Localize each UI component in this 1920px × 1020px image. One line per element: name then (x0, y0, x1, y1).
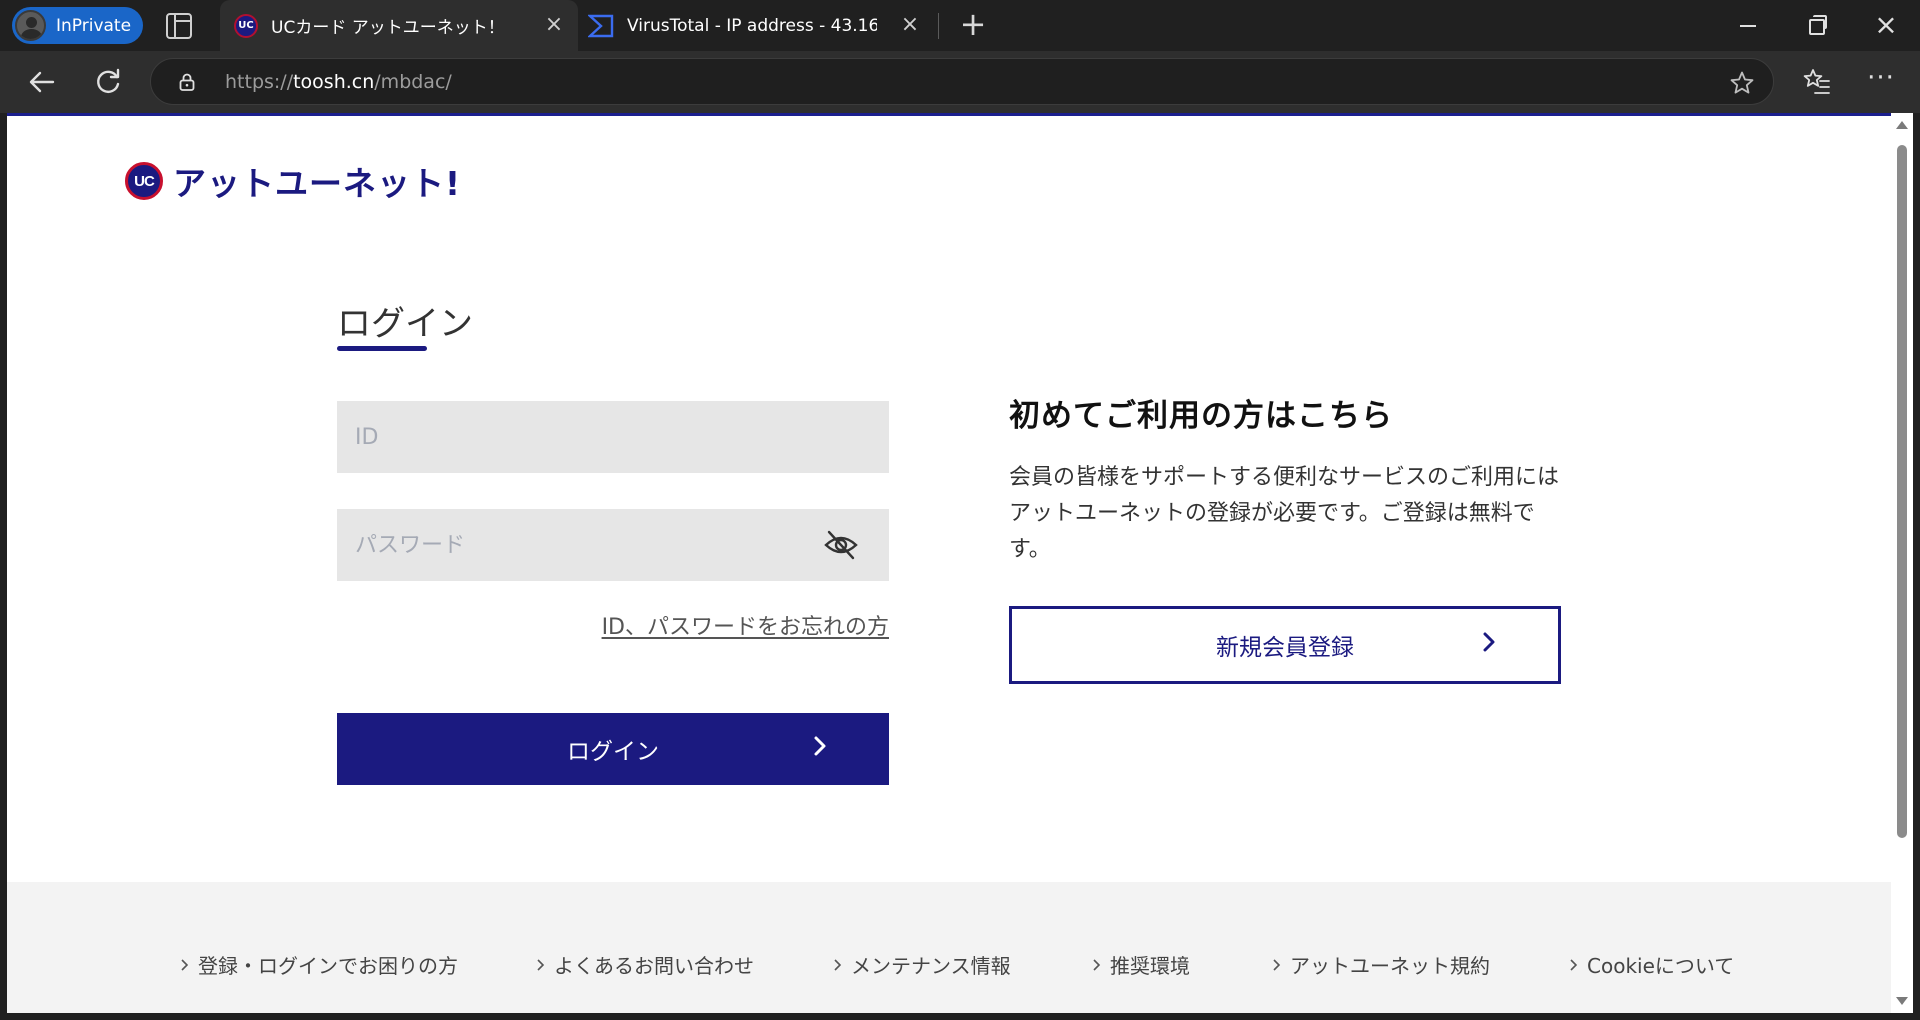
register-button[interactable]: 新規会員登録 (1009, 606, 1561, 684)
close-tab-icon[interactable]: × (898, 13, 922, 37)
password-input[interactable] (337, 509, 889, 581)
window-frame-bottom (0, 1013, 1920, 1020)
register-button-label: 新規会員登録 (1216, 634, 1354, 660)
tab-title: VirusTotal - IP address - 43.163.20 (627, 15, 877, 36)
lock-icon[interactable] (179, 73, 195, 91)
new-user-heading: 初めてご利用の方はこちら (1009, 398, 1393, 434)
inprivate-label: InPrivate (56, 15, 132, 36)
footer: 登録・ログインでお困りの方 よくあるお問い合わせ メンテナンス情報 推奨環境 ア… (7, 882, 1891, 1013)
site-logo[interactable]: UC アットユーネット! (125, 157, 461, 205)
login-button-label: ログイン (567, 738, 659, 764)
window-close-icon[interactable]: × (1870, 9, 1902, 41)
tab-uc-card[interactable]: UC UCカード アットユーネット！ × (220, 0, 578, 51)
logo-text: アットユーネット! (173, 164, 462, 203)
chevron-right-icon (1483, 632, 1495, 652)
footer-link-label: よくあるお問い合わせ (554, 954, 754, 978)
chevron-right-icon (1273, 958, 1281, 971)
footer-link-label: 推奨環境 (1110, 954, 1190, 978)
new-user-description: 会員の皆様をサポートする便利なサービスのご利用にはアットユーネットの登録が必要で… (1009, 465, 1560, 562)
login-button[interactable]: ログイン (337, 713, 889, 785)
more-options-icon[interactable]: ··· (1866, 65, 1896, 97)
footer-link-faq[interactable]: よくあるお問い合わせ (536, 950, 754, 979)
page-viewport: UC アットユーネット! ログイン ID、パスワードをお忘れの方 ログイン 初め… (7, 113, 1891, 1013)
close-tab-icon[interactable]: × (542, 13, 566, 37)
scroll-thumb[interactable] (1897, 145, 1907, 838)
heading-underline (337, 346, 427, 351)
chevron-right-icon (1093, 958, 1101, 971)
chevron-right-icon (537, 958, 545, 971)
uc-favicon-icon: UC (234, 13, 258, 38)
inprivate-badge[interactable]: InPrivate (12, 7, 143, 44)
url-path: /mbdac/ (374, 71, 452, 93)
scroll-down-arrow-icon[interactable] (1896, 997, 1908, 1005)
tab-virustotal[interactable]: VirusTotal - IP address - 43.163.20 × (584, 0, 934, 51)
address-bar[interactable]: https://toosh.cn/mbdac/ (150, 58, 1774, 105)
chevron-right-icon (834, 958, 842, 971)
avatar-icon (15, 10, 46, 41)
url-text: https://toosh.cn/mbdac/ (225, 71, 452, 93)
footer-link-cookie[interactable]: Cookieについて (1569, 950, 1734, 979)
footer-link-environment[interactable]: 推奨環境 (1092, 950, 1190, 979)
footer-link-label: アットユーネット規約 (1290, 954, 1490, 978)
favorites-icon[interactable] (1802, 67, 1832, 97)
footer-link-label: 登録・ログインでお困りの方 (198, 954, 458, 978)
forgot-credentials-link[interactable]: ID、パスワードをお忘れの方 (577, 609, 889, 641)
tab-bar: InPrivate UC UCカード アットユーネット！ × VirusTota… (0, 0, 1920, 51)
reload-icon[interactable] (91, 65, 125, 99)
footer-link-terms[interactable]: アットユーネット規約 (1272, 950, 1490, 979)
restore-icon[interactable] (1800, 9, 1832, 41)
navigation-bar: https://toosh.cn/mbdac/ ··· (0, 51, 1920, 113)
tab-separator (938, 13, 939, 39)
login-heading: ログイン (337, 304, 473, 344)
uc-logo-icon: UC (125, 162, 163, 200)
chevron-right-icon (181, 958, 189, 971)
new-tab-icon[interactable]: + (958, 8, 988, 40)
url-host: toosh.cn (293, 71, 375, 93)
url-prefix: https:// (225, 71, 294, 93)
footer-link-maintenance[interactable]: メンテナンス情報 (833, 950, 1011, 979)
chevron-right-icon (1570, 958, 1578, 971)
scroll-up-arrow-icon[interactable] (1896, 121, 1908, 129)
footer-link-label: メンテナンス情報 (851, 954, 1011, 978)
footer-link-label: Cookieについて (1587, 954, 1735, 978)
footer-link-login-help[interactable]: 登録・ログインでお困りの方 (180, 950, 458, 979)
chevron-right-icon (814, 736, 826, 756)
vertical-scrollbar[interactable] (1891, 113, 1913, 1013)
tab-title: UCカード アットユーネット！ (271, 18, 505, 38)
tab-actions-icon[interactable] (166, 13, 192, 39)
back-arrow-icon[interactable] (25, 65, 59, 99)
minimize-icon[interactable] (1732, 9, 1764, 41)
eye-slash-icon[interactable] (823, 528, 859, 562)
virustotal-favicon-icon (588, 14, 614, 37)
favorite-star-icon[interactable] (1729, 70, 1755, 96)
id-input[interactable] (337, 401, 889, 473)
